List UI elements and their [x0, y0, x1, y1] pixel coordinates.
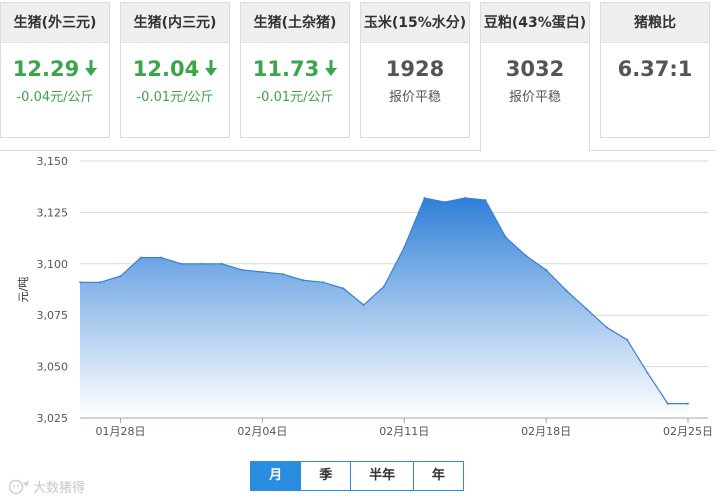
data-point	[139, 256, 142, 259]
data-point	[443, 200, 446, 204]
card-change: 报价平稳	[508, 90, 561, 105]
chart-panel: 3,025 3,050 3,075 3,100 3,125 3,150 元/吨 01月28日 0…	[0, 150, 716, 502]
card-change: -0.01元/公斤	[136, 90, 214, 105]
card-corn[interactable]: 玉米(15%水分) 1928 报价平稳	[360, 2, 470, 138]
data-point	[119, 274, 122, 278]
card-title: 玉米(15%水分)	[361, 3, 469, 43]
x-tick-label: 02月11日	[379, 425, 429, 438]
data-point	[605, 326, 609, 329]
data-point	[159, 256, 163, 259]
tab-quarter[interactable]: 季	[300, 462, 351, 490]
y-tick-label: 3,150	[37, 155, 69, 168]
price-cards: 生猪(外三元) 12.29 -0.04元/公斤 生猪(内三元) 12.04 -0…	[0, 0, 716, 152]
watermark-logo-icon	[8, 479, 29, 494]
x-tick-label: 01月28日	[96, 425, 146, 438]
card-soymeal[interactable]: 豆粕(43%蛋白) 3032 报价平稳	[480, 2, 590, 152]
down-arrow-icon	[85, 60, 98, 76]
data-point	[362, 303, 365, 307]
series-area	[80, 198, 688, 418]
data-point	[463, 196, 467, 200]
watermark-text: 大数猪得	[33, 481, 86, 496]
data-point	[666, 402, 669, 405]
data-point	[626, 338, 629, 342]
y-tick-label: 3,100	[37, 258, 69, 271]
data-point	[646, 371, 649, 374]
card-change: 报价平稳	[388, 90, 441, 105]
card-change: -0.04元/公斤	[16, 90, 94, 105]
x-tick-label: 02月18日	[521, 425, 571, 438]
data-point	[403, 246, 406, 249]
card-title: 猪粮比	[601, 3, 709, 43]
card-title: 生猪(土杂猪)	[241, 3, 349, 43]
card-title: 生猪(外三元)	[1, 3, 109, 43]
down-arrow-icon	[205, 60, 218, 76]
card-hog-grain-ratio[interactable]: 猪粮比 6.37:1	[600, 2, 710, 138]
y-tick-label: 3,125	[37, 206, 69, 219]
data-point	[99, 281, 102, 284]
card-title: 生猪(内三元)	[121, 3, 229, 43]
card-pig-tuzazhu[interactable]: 生猪(土杂猪) 11.73 -0.01元/公斤	[240, 2, 350, 138]
y-tick-label: 3,050	[37, 361, 69, 374]
data-point	[200, 262, 203, 265]
card-title: 豆粕(43%蛋白)	[481, 3, 589, 43]
x-tick-label: 02月25日	[663, 425, 713, 438]
card-pig-neisanyuan[interactable]: 生猪(内三元) 12.04 -0.01元/公斤	[120, 2, 230, 138]
y-tick-label: 3,025	[37, 412, 69, 425]
data-point	[686, 402, 690, 405]
data-point	[322, 281, 325, 284]
period-selector: 月 季 半年 年	[250, 461, 464, 491]
down-arrow-icon	[325, 60, 338, 76]
tab-month[interactable]: 月	[251, 462, 301, 490]
data-point	[585, 307, 588, 311]
card-value: 6.37:1	[617, 57, 693, 81]
price-area-chart: 3,025 3,050 3,075 3,100 3,125 3,150 元/吨 01月28日 0…	[17, 155, 713, 438]
y-tick-label: 3,075	[37, 309, 69, 322]
card-change: -0.01元/公斤	[256, 90, 334, 105]
data-point	[281, 272, 284, 276]
data-point	[484, 198, 487, 202]
data-point	[382, 285, 386, 288]
data-point	[423, 196, 426, 200]
x-tick-label: 02月04日	[237, 425, 287, 438]
data-point	[565, 289, 568, 292]
data-point	[180, 262, 183, 265]
data-point	[220, 262, 224, 265]
data-point	[342, 287, 345, 290]
card-pig-waisanyuan[interactable]: 生猪(外三元) 12.29 -0.04元/公斤	[0, 2, 110, 138]
tab-year[interactable]: 年	[412, 462, 463, 490]
data-point	[504, 235, 507, 239]
data-point	[261, 270, 264, 274]
card-value: 11.73	[241, 57, 349, 81]
data-point	[240, 268, 244, 272]
data-point	[524, 254, 528, 257]
data-point	[301, 279, 305, 282]
y-axis-label: 元/吨	[17, 277, 30, 303]
card-value: 12.29	[1, 57, 109, 81]
watermark: 大数猪得	[8, 477, 85, 496]
card-value: 1928	[385, 57, 445, 81]
data-point	[78, 281, 82, 284]
data-point	[544, 268, 548, 272]
card-value: 12.04	[121, 57, 229, 81]
card-value: 3032	[505, 57, 565, 81]
tab-half-year[interactable]: 半年	[350, 462, 413, 490]
